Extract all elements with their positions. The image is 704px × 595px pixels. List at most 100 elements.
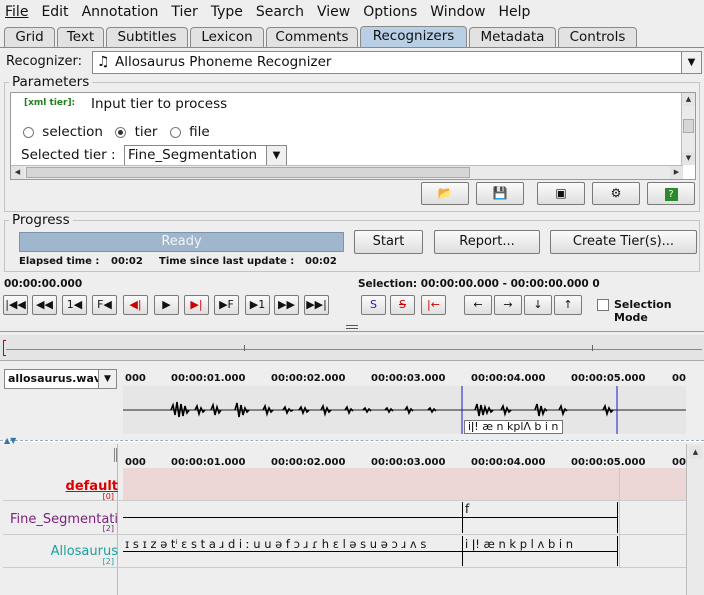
scroll-up-icon[interactable]: ▲ <box>682 93 695 106</box>
scroll-down-icon[interactable]: ▼ <box>682 152 695 165</box>
help-button[interactable]: ? <box>647 182 695 205</box>
selected-tier-select[interactable]: Fine_Segmentation ▼ <box>124 145 287 166</box>
fast-forward-icon: ▶▶ <box>278 298 295 311</box>
play-selection-icon: S <box>370 298 377 311</box>
allosaurus-annotation-right[interactable]: i ǀ! æ n k p l ʌ b i n <box>465 537 573 551</box>
menu-help[interactable]: Help <box>493 4 538 20</box>
menu-window[interactable]: Window <box>425 4 493 20</box>
play-button[interactable]: ▶ <box>154 295 179 315</box>
radio-file[interactable] <box>169 126 181 138</box>
next-frame-button[interactable]: ▶F <box>214 295 239 315</box>
tier-count-default: [0] <box>102 492 114 501</box>
create-tiers-button[interactable]: Create Tier(s)... <box>550 230 697 254</box>
down-arrow-button[interactable]: ↓ <box>524 295 552 315</box>
timeline-scrollbar[interactable]: ▲ <box>686 444 704 595</box>
tab-metadata[interactable]: Metadata <box>469 27 556 47</box>
tier-row-default[interactable] <box>123 468 686 500</box>
radio-tier-label: tier <box>134 124 158 140</box>
folder-icon: 📂 <box>437 186 453 200</box>
previous-frame-button[interactable]: F◀ <box>92 295 117 315</box>
floppy-icon: 💾 <box>492 186 508 200</box>
window-button[interactable]: ▣ <box>537 182 585 205</box>
splitter-handle[interactable] <box>346 325 358 329</box>
scroll-right-icon[interactable]: ▶ <box>670 166 683 179</box>
tier-label-allosaurus[interactable]: Allosaurus [2] <box>3 544 118 566</box>
chevron-down-icon[interactable]: ▼ <box>266 146 286 165</box>
tab-lexicon[interactable]: Lexicon <box>190 27 264 47</box>
scroll-thumb[interactable] <box>683 119 694 133</box>
chevron-down-icon[interactable]: ▼ <box>681 52 701 73</box>
tab-controls[interactable]: Controls <box>558 27 637 47</box>
tab-text[interactable]: Text <box>57 27 104 47</box>
scroll-thumb[interactable] <box>26 167 470 178</box>
tab-recognizers[interactable]: Recognizers <box>360 26 467 48</box>
selection-boundary-button[interactable]: |← <box>421 295 446 315</box>
arrow-down-icon: ↓ <box>533 298 543 311</box>
radio-selection[interactable] <box>23 126 34 138</box>
recognizer-select[interactable]: ♫ Allosaurus Phoneme Recognizer ▼ <box>92 51 702 74</box>
wave-tick-2: 00:00:02.000 <box>271 373 346 384</box>
menu-annotation[interactable]: Annotation <box>77 4 167 20</box>
go-to-end-button[interactable]: ▶▶| <box>304 295 329 315</box>
tab-grid[interactable]: Grid <box>4 27 55 47</box>
menu-options[interactable]: Options <box>358 4 425 20</box>
tier-panel-resize-handle[interactable] <box>114 448 117 462</box>
scroll-left-icon[interactable]: ◀ <box>11 166 24 179</box>
open-folder-button[interactable]: 📂 <box>421 182 469 205</box>
menu-tier[interactable]: Tier <box>166 4 205 20</box>
waveform-segment-label[interactable]: iǀ! æ n kplɅ b i n <box>464 420 563 434</box>
play-selection-button[interactable]: S <box>361 295 386 315</box>
elapsed-value: 00:02 <box>111 256 143 267</box>
tier-label-default[interactable]: default [0] <box>3 479 118 501</box>
overview-tick <box>592 345 593 351</box>
timeline-tick-5: 00:00:05.000 <box>571 457 646 468</box>
fine-segmentation-annotation[interactable]: f <box>465 502 469 516</box>
tier-label-fine-segmentation[interactable]: Fine_Segmentati [2] <box>3 512 118 533</box>
next-scrollview-button[interactable]: ▶▶ <box>274 295 299 315</box>
timeline-tick-6: 00 <box>672 457 686 468</box>
report-button[interactable]: Report... <box>434 230 540 254</box>
xml-tier-tag: [xml tier]: <box>24 98 76 108</box>
next-pixel-button[interactable]: ▶| <box>184 295 209 315</box>
clear-selection-button[interactable]: S <box>390 295 415 315</box>
selection-mode-checkbox[interactable] <box>597 299 609 311</box>
scroll-up-icon[interactable]: ▲ <box>689 446 702 459</box>
recognizer-value: Allosaurus Phoneme Recognizer <box>115 54 332 70</box>
wave-tick-5: 00:00:05.000 <box>571 373 646 384</box>
allosaurus-annotation-left[interactable]: ɪ s ɪ z ə tⁱ ɛ s t a ɹ d i ː u u ə f ɔ ɹ… <box>125 537 426 551</box>
params-vertical-scrollbar[interactable]: ▲ ▼ <box>681 93 695 165</box>
left-arrow-button[interactable]: ← <box>464 295 492 315</box>
next-second-button[interactable]: ▶1 <box>245 295 270 315</box>
radio-group: selection tier file <box>23 124 210 140</box>
previous-second-button[interactable]: 1◀ <box>62 295 87 315</box>
menu-type[interactable]: Type <box>206 4 251 20</box>
menu-view[interactable]: View <box>312 4 358 20</box>
param-description: Input tier to process <box>91 96 228 112</box>
timeline-tick-4: 00:00:04.000 <box>471 457 546 468</box>
chevron-down-icon[interactable]: ▼ <box>98 370 116 388</box>
save-button[interactable]: 💾 <box>476 182 524 205</box>
timeline-tick-1: 00:00:01.000 <box>171 457 246 468</box>
overview-strip[interactable] <box>0 335 704 361</box>
radio-tier[interactable] <box>115 126 127 138</box>
step-back-second-icon: 1◀ <box>66 298 83 311</box>
start-button[interactable]: Start <box>354 230 423 254</box>
waveform-viewer[interactable]: iǀ! æ n kplɅ b i n <box>123 386 686 434</box>
selection-readout: Selection: 00:00:00.000 - 00:00:00.000 0 <box>358 278 600 290</box>
media-file-select[interactable]: allosaurus.wav ▼ <box>4 369 117 389</box>
previous-scrollview-button[interactable]: ◀◀ <box>32 295 57 315</box>
menu-edit[interactable]: Edit <box>36 4 76 20</box>
settings-button[interactable]: ⚙ <box>592 182 640 205</box>
go-to-begin-button[interactable]: |◀◀ <box>3 295 28 315</box>
annotation-boundary <box>617 502 618 533</box>
tab-comments[interactable]: Comments <box>266 27 358 47</box>
params-horizontal-scrollbar[interactable]: ◀ ▶ <box>11 165 683 179</box>
right-arrow-button[interactable]: → <box>494 295 522 315</box>
menu-search[interactable]: Search <box>251 4 312 20</box>
previous-pixel-button[interactable]: ◀| <box>123 295 148 315</box>
annotation-boundary <box>617 536 618 566</box>
tab-subtitles[interactable]: Subtitles <box>106 27 188 47</box>
waveform-graph <box>123 386 686 434</box>
menu-file[interactable]: File <box>0 4 36 20</box>
up-arrow-button[interactable]: ↑ <box>554 295 582 315</box>
